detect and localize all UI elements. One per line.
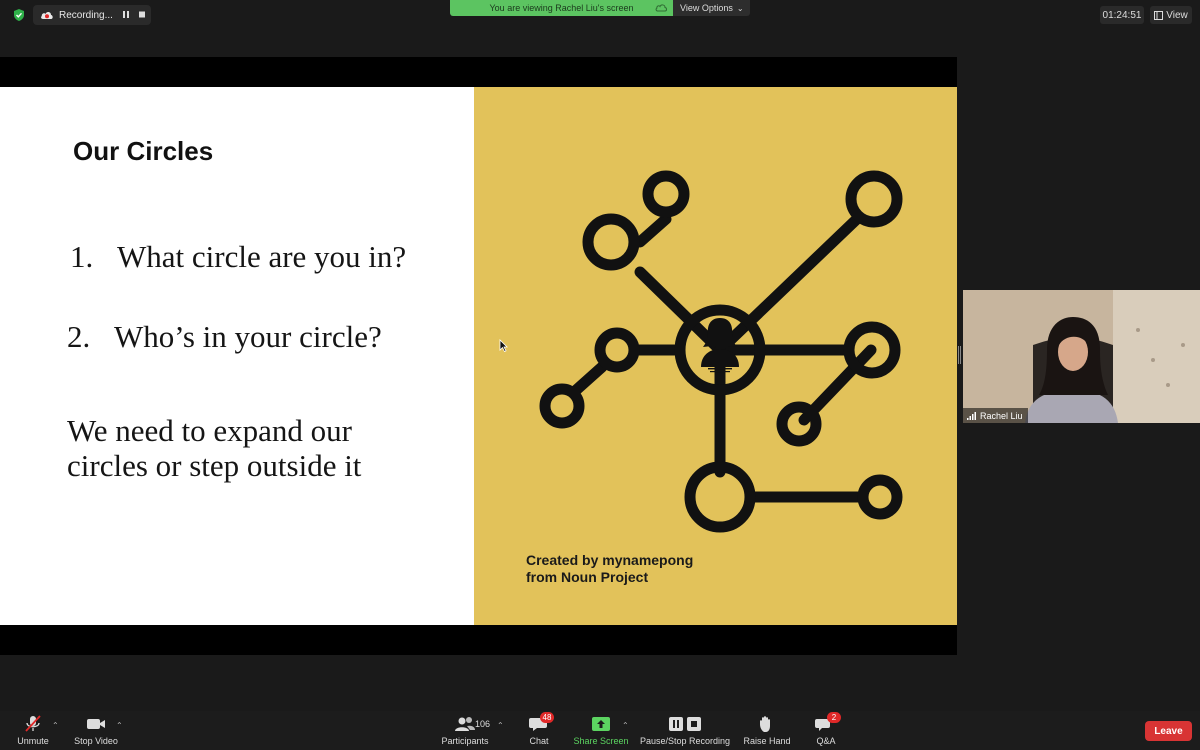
- slide-statement: We need to expand our circles or step ou…: [67, 413, 362, 483]
- share-screen-caret-icon[interactable]: ⌃: [622, 721, 629, 730]
- participant-name: Rachel Liu: [980, 410, 1023, 421]
- question-1: 1. What circle are you in?: [70, 240, 410, 310]
- participant-name-tag: Rachel Liu: [963, 408, 1028, 423]
- muted-microphone-icon: [25, 715, 41, 732]
- meeting-toolbar: Unmute ⌃ Stop Video ⌃ Participants 106 ⌃…: [0, 711, 1200, 750]
- participants-count: 106: [475, 719, 491, 729]
- security-shield-icon[interactable]: [12, 8, 26, 22]
- recording-label: Recording...: [59, 9, 113, 21]
- credit-line-1: Created by mynamepong: [526, 552, 694, 568]
- slide-image-panel: Created by mynamepong from Noun Project: [474, 87, 957, 625]
- chat-label: Chat: [529, 736, 549, 746]
- share-screen-button[interactable]: Share Screen: [572, 711, 630, 750]
- view-options-label: View Options: [680, 3, 733, 13]
- raise-hand-icon: [760, 716, 770, 732]
- audio-options-caret-icon[interactable]: ⌃: [52, 721, 59, 730]
- leave-button[interactable]: Leave: [1145, 721, 1192, 741]
- video-options-caret-icon[interactable]: ⌃: [116, 721, 123, 730]
- participants-label: Participants: [441, 736, 489, 746]
- share-screen-label: Share Screen: [573, 736, 629, 746]
- view-button[interactable]: View: [1150, 6, 1192, 24]
- view-label: View: [1166, 9, 1188, 21]
- cloud-recording-icon: [41, 12, 53, 19]
- participant-video-tile[interactable]: Rachel Liu: [963, 290, 1200, 423]
- question-2-text: Who’s in your circle?: [114, 319, 382, 354]
- stop-video-label: Stop Video: [74, 736, 118, 746]
- grid-view-icon: [1154, 10, 1164, 20]
- participants-icon: [455, 717, 475, 731]
- share-screen-icon: [592, 717, 610, 731]
- pause-stop-recording-button[interactable]: Pause/Stop Recording: [638, 711, 732, 750]
- chat-badge: 48: [540, 712, 554, 723]
- view-options-dropdown[interactable]: View Options ⌄: [673, 0, 750, 16]
- stop-recording-icon[interactable]: [138, 10, 146, 19]
- unmute-button[interactable]: Unmute: [14, 711, 52, 750]
- pause-stop-recording-label: Pause/Stop Recording: [639, 736, 731, 746]
- participants-caret-icon[interactable]: ⌃: [497, 721, 504, 730]
- question-1-number: 1.: [70, 239, 94, 274]
- pause-stop-icon: [669, 717, 701, 731]
- stop-video-button[interactable]: Stop Video: [72, 711, 120, 750]
- slide-title: Our Circles: [73, 136, 214, 166]
- signal-strength-icon: [967, 411, 976, 420]
- unmute-label: Unmute: [17, 736, 49, 746]
- video-camera-icon: [87, 719, 105, 729]
- credit-line-2: from Noun Project: [526, 569, 649, 585]
- pause-recording-icon[interactable]: [122, 10, 130, 19]
- image-credit: Created by mynamepong from Noun Project: [526, 552, 693, 586]
- raise-hand-button[interactable]: Raise Hand: [742, 711, 792, 750]
- slide-text-panel: Our Circles 1. What circle are you in? 2…: [0, 87, 474, 625]
- qa-badge: 2: [827, 712, 841, 723]
- cloud-icon: [655, 4, 667, 12]
- resize-handle-icon[interactable]: [958, 346, 961, 364]
- meeting-timer: 01:24:51: [1100, 6, 1144, 24]
- participants-button[interactable]: Participants: [438, 711, 492, 750]
- question-1-text: What circle are you in?: [117, 239, 407, 274]
- chevron-down-icon: ⌄: [736, 3, 744, 13]
- recording-indicator: Recording...: [33, 5, 151, 25]
- participant-video-feed: [963, 290, 1200, 423]
- qa-button[interactable]: 2 Q&A: [812, 711, 841, 750]
- raise-hand-label: Raise Hand: [743, 736, 791, 746]
- qa-label: Q&A: [816, 736, 836, 746]
- chat-button[interactable]: 48 Chat: [524, 711, 554, 750]
- question-2-number: 2.: [67, 319, 91, 354]
- question-2: 2. Who’s in your circle?: [67, 320, 427, 356]
- viewing-screen-banner: You are viewing Rachel Liu's screen: [450, 0, 673, 16]
- mouse-cursor-icon: [499, 339, 508, 352]
- viewing-banner-text: You are viewing Rachel Liu's screen: [489, 3, 634, 13]
- shared-screen: Our Circles 1. What circle are you in? 2…: [0, 57, 957, 655]
- network-circle-icon: [539, 170, 903, 533]
